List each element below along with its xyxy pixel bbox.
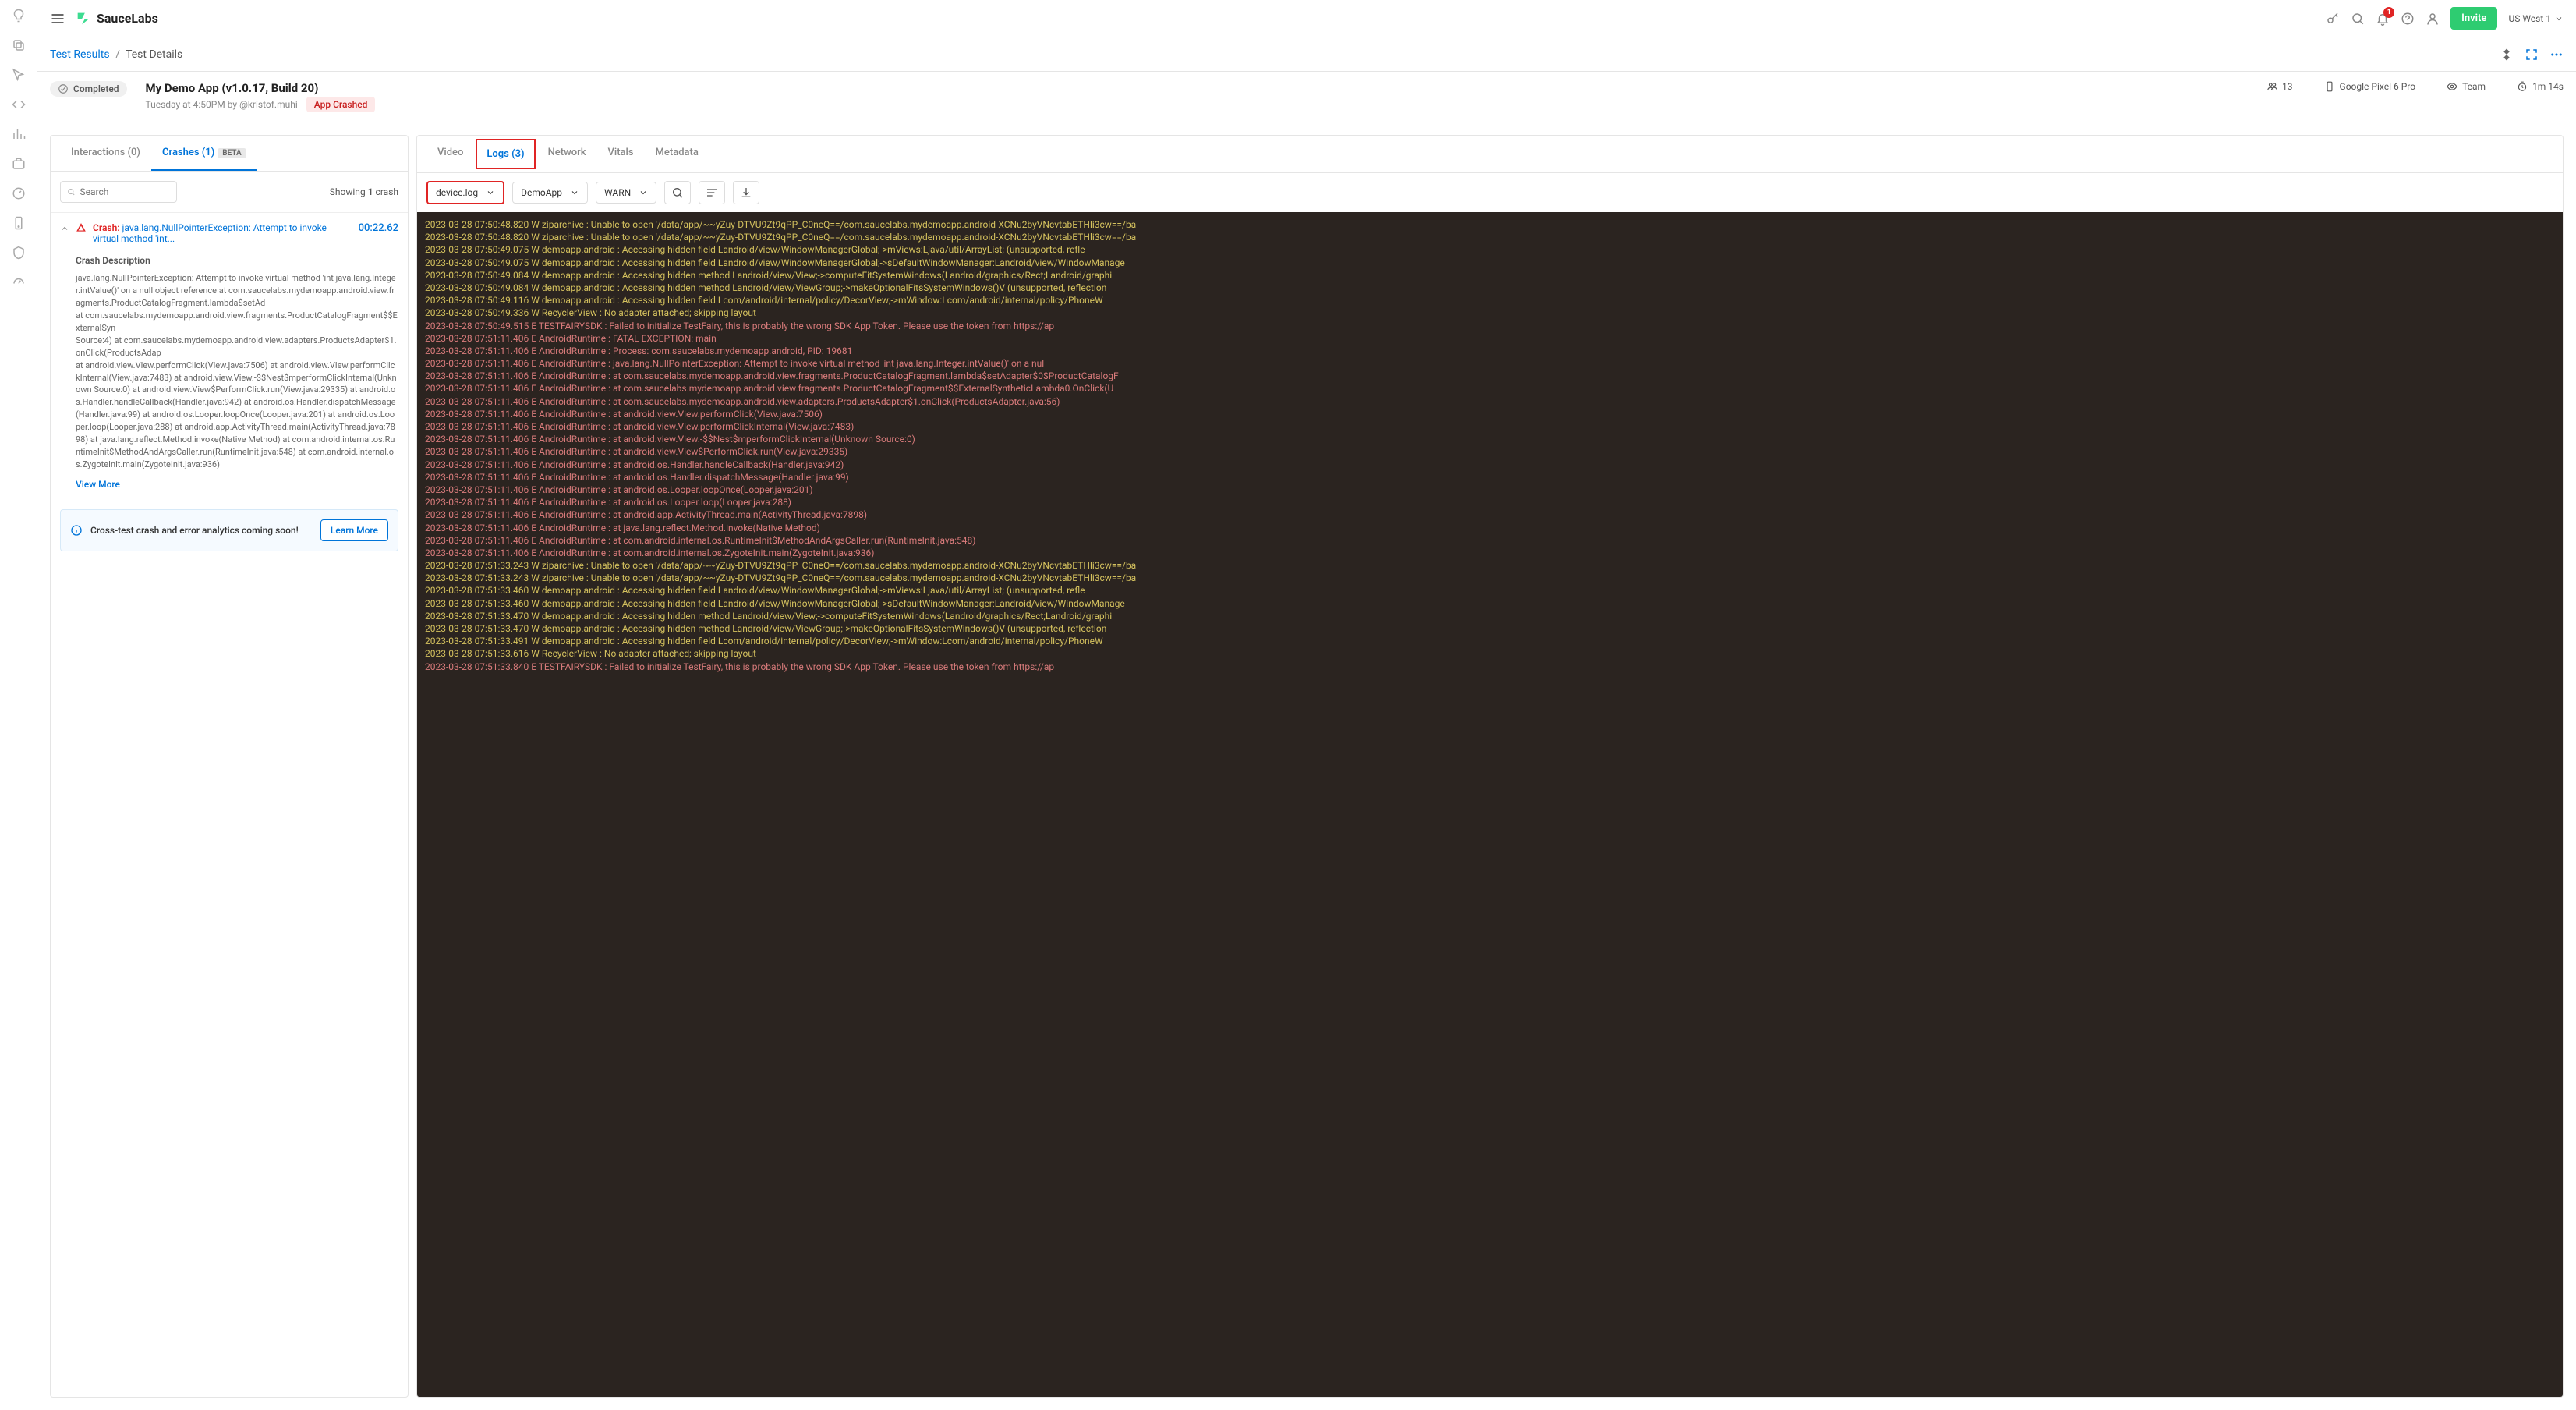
sidebar-gauge-icon[interactable]: [11, 186, 27, 201]
log-controls: device.log DemoApp WARN: [417, 173, 2563, 212]
sidebar-speedometer-icon[interactable]: [11, 275, 27, 290]
tab-network[interactable]: Network: [537, 136, 597, 172]
breadcrumb: Test Results / Test Details: [50, 48, 182, 61]
breadcrumb-parent[interactable]: Test Results: [50, 48, 110, 61]
right-tabs: Video Logs (3) Network Vitals Metadata: [417, 136, 2563, 173]
crash-title[interactable]: Crash: java.lang.NullPointerException: A…: [93, 222, 352, 244]
crash-stacktrace: java.lang.NullPointerException: Attempt …: [76, 272, 398, 471]
region-label: US West 1: [2508, 13, 2551, 24]
region-selector[interactable]: US West 1: [2508, 13, 2564, 24]
tab-crashes[interactable]: Crashes (1)BETA: [151, 136, 257, 171]
info-icon: [70, 524, 83, 537]
crash-item: Crash: java.lang.NullPointerException: A…: [51, 212, 408, 500]
crash-search-input[interactable]: [60, 181, 177, 203]
collapse-icon[interactable]: [60, 224, 69, 233]
log-file-select[interactable]: device.log: [426, 181, 504, 204]
sidebar-copy-icon[interactable]: [11, 37, 27, 53]
help-icon[interactable]: [2401, 12, 2415, 26]
notifications-icon[interactable]: 1: [2376, 12, 2390, 26]
crash-desc-title: Crash Description: [76, 255, 398, 266]
showing-count: Showing 1 crash: [330, 186, 398, 197]
app-meta: Tuesday at 4:50PM by @kristof.muhi App C…: [146, 97, 376, 112]
left-panel: Interactions (0) Crashes (1)BETA Showing…: [50, 135, 409, 1398]
participants-count: 13: [2266, 81, 2293, 92]
duration: 1m 14s: [2517, 81, 2564, 92]
sidebar-phone-icon[interactable]: [11, 215, 27, 231]
sidebar-cursor-icon[interactable]: [11, 67, 27, 83]
invite-button[interactable]: Invite: [2450, 7, 2497, 30]
brand-name: SauceLabs: [97, 11, 158, 26]
banner-text: Cross-test crash and error analytics com…: [90, 525, 313, 536]
user-icon[interactable]: [2426, 12, 2440, 26]
search-field[interactable]: [80, 186, 171, 197]
test-summary: Completed My Demo App (v1.0.17, Build 20…: [37, 72, 2576, 122]
tab-vitals[interactable]: Vitals: [597, 136, 645, 172]
log-download-button[interactable]: [733, 181, 759, 204]
log-wrap-button[interactable]: [699, 181, 725, 204]
app-title: My Demo App (v1.0.17, Build 20): [146, 81, 376, 95]
view-more-link[interactable]: View More: [76, 479, 120, 490]
log-output[interactable]: 2023-03-28 07:50:48.820 W ziparchive : U…: [417, 212, 2563, 1397]
right-panel: Video Logs (3) Network Vitals Metadata d…: [416, 135, 2564, 1398]
sidebar-shield-icon[interactable]: [11, 245, 27, 260]
status-pill: Completed: [50, 81, 127, 97]
sidebar-lightbulb-icon[interactable]: [11, 8, 27, 23]
app-meta-text: Tuesday at 4:50PM by @kristof.muhi: [146, 99, 298, 110]
learn-more-button[interactable]: Learn More: [320, 519, 388, 541]
left-tabs: Interactions (0) Crashes (1)BETA: [51, 136, 408, 172]
app-crashed-tag: App Crashed: [306, 97, 376, 112]
logo-mark-icon: [75, 10, 92, 27]
logo[interactable]: SauceLabs: [75, 10, 158, 27]
topbar: SauceLabs 1 Invite US West 1: [37, 0, 2576, 37]
sidebar-chart-icon[interactable]: [11, 126, 27, 142]
tab-logs[interactable]: Logs (3): [476, 139, 535, 169]
log-search-button[interactable]: [664, 181, 691, 204]
crash-timestamp[interactable]: 00:22.62: [359, 222, 398, 234]
info-banner: Cross-test crash and error analytics com…: [60, 509, 398, 551]
log-level-select[interactable]: WARN: [596, 182, 656, 204]
sidebar: [0, 0, 37, 1410]
notification-badge: 1: [2383, 7, 2394, 18]
hamburger-icon[interactable]: [50, 11, 65, 27]
search-icon[interactable]: [2351, 12, 2365, 26]
warning-icon: [76, 222, 87, 233]
more-icon[interactable]: [2549, 48, 2564, 62]
team-visibility: Team: [2447, 81, 2486, 92]
tab-interactions[interactable]: Interactions (0): [60, 136, 151, 171]
fullscreen-icon[interactable]: [2525, 48, 2539, 62]
beta-tag: BETA: [218, 148, 246, 158]
sidebar-briefcase-icon[interactable]: [11, 156, 27, 172]
tab-metadata[interactable]: Metadata: [645, 136, 709, 172]
sidebar-code-icon[interactable]: [11, 97, 27, 112]
tab-video[interactable]: Video: [426, 136, 474, 172]
device-name: Google Pixel 6 Pro: [2324, 81, 2416, 92]
breadcrumb-current: Test Details: [126, 48, 182, 61]
status-text: Completed: [73, 83, 119, 94]
breadcrumb-row: Test Results / Test Details: [37, 37, 2576, 72]
log-app-select[interactable]: DemoApp: [512, 182, 588, 204]
key-icon[interactable]: [2326, 12, 2340, 26]
jira-icon[interactable]: [2500, 48, 2514, 62]
breadcrumb-separator: /: [115, 48, 120, 61]
